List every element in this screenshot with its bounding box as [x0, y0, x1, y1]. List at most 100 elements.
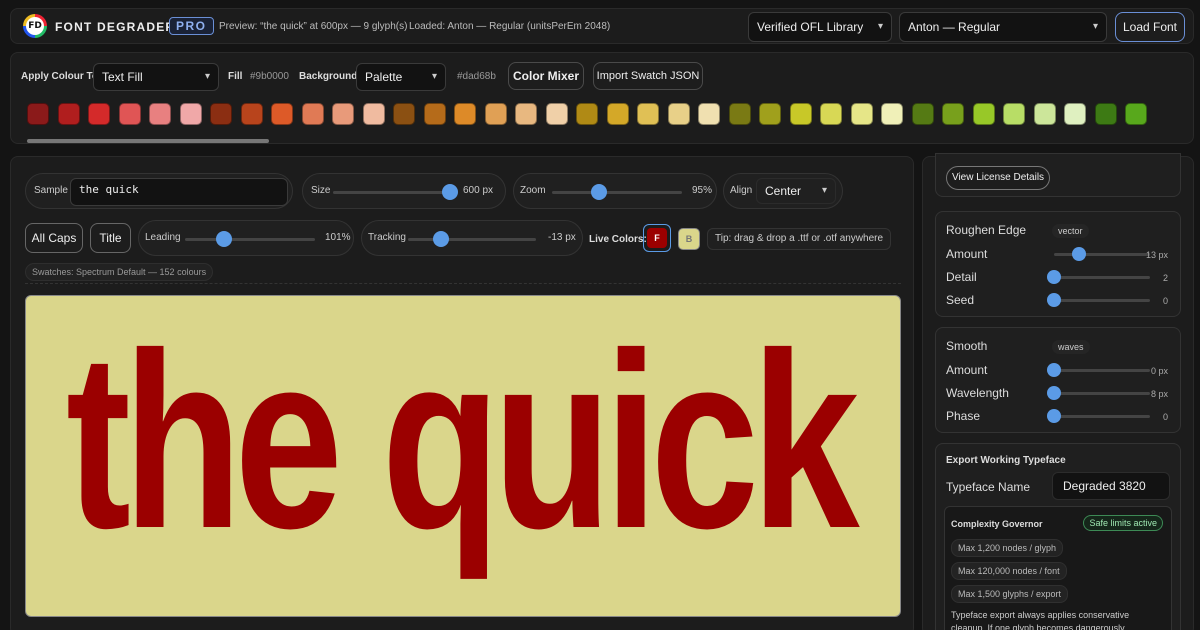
slider-track[interactable]	[1054, 299, 1150, 302]
colour-swatch[interactable]	[454, 103, 476, 125]
preview-text: the quick	[66, 301, 860, 580]
preview-canvas[interactable]: the quick	[25, 295, 901, 617]
roughen-mode: vector	[1052, 224, 1089, 238]
colour-swatch[interactable]	[149, 103, 171, 125]
slider-track[interactable]	[1054, 392, 1150, 395]
typeface-name-input[interactable]: Degraded 3820	[1052, 472, 1170, 500]
colour-swatch[interactable]	[972, 103, 995, 125]
colour-swatch[interactable]	[393, 103, 415, 125]
library-select-value: Verified OFL Library	[757, 20, 864, 34]
background-hex: #dad68b	[457, 71, 496, 82]
colour-swatch[interactable]	[179, 103, 202, 125]
colour-swatch[interactable]	[545, 103, 568, 125]
colour-swatch[interactable]	[698, 103, 720, 125]
typeface-name-label: Typeface Name	[946, 480, 1031, 494]
roughen-title: Roughen Edge	[946, 223, 1027, 237]
color-mixer-button[interactable]: Color Mixer	[508, 62, 584, 90]
colour-swatch[interactable]	[332, 103, 354, 125]
colour-swatch[interactable]	[1003, 103, 1025, 125]
preview-status: Preview: “the quick” at 600px — 9 glyph(…	[219, 21, 408, 32]
zoom-slider-handle[interactable]	[590, 184, 607, 200]
font-select[interactable]: Anton — Regular ▾	[899, 12, 1107, 42]
leading-slider-track[interactable]	[185, 238, 315, 241]
colour-swatch[interactable]	[1125, 103, 1147, 125]
tracking-slider-track[interactable]	[408, 238, 536, 241]
apply-colour-select[interactable]: Text Fill ▾	[93, 63, 219, 91]
live-background-swatch[interactable]: B	[678, 228, 700, 250]
zoom-slider-track[interactable]	[552, 191, 682, 194]
slider-handle[interactable]	[1071, 247, 1086, 261]
title-case-button[interactable]: Title	[90, 223, 131, 253]
slider-handle[interactable]	[1047, 270, 1061, 284]
colour-swatch[interactable]	[27, 103, 49, 125]
colour-swatch[interactable]	[881, 103, 903, 125]
slider-value: 0	[1162, 412, 1168, 422]
colour-swatch[interactable]	[759, 103, 781, 125]
colour-swatch[interactable]	[118, 103, 141, 125]
slider-track[interactable]	[1054, 276, 1150, 279]
all-caps-button[interactable]: All Caps	[25, 223, 83, 253]
background-select[interactable]: Palette ▾	[356, 63, 446, 91]
colour-swatch[interactable]	[637, 103, 659, 125]
colour-swatch[interactable]	[850, 103, 873, 125]
slider-handle[interactable]	[1047, 363, 1061, 377]
colour-swatch[interactable]	[911, 103, 934, 125]
apply-colour-label: Apply Colour To	[21, 71, 99, 82]
colour-swatch[interactable]	[57, 103, 80, 125]
align-select[interactable]: Center ▾	[756, 178, 836, 204]
drag-drop-tip: Tip: drag & drop a .ttf or .otf anywhere	[707, 228, 892, 250]
app-title: FONT DEGRADER	[55, 20, 176, 34]
slider-handle[interactable]	[1047, 386, 1061, 400]
leading-slider-handle[interactable]	[216, 231, 232, 247]
colour-swatch[interactable]	[576, 103, 598, 125]
slider-value: 8 px	[1150, 389, 1168, 399]
size-slider-track[interactable]	[333, 191, 455, 194]
slider-label: Amount	[946, 363, 988, 377]
slider-label: Amount	[946, 247, 988, 261]
tracking-slider-handle[interactable]	[433, 231, 450, 247]
export-card: Export Working Typeface Typeface Name De…	[935, 443, 1181, 630]
slider-label: Seed	[946, 293, 975, 307]
view-license-button[interactable]: View License Details	[946, 166, 1050, 190]
colour-swatch[interactable]	[88, 103, 110, 125]
colour-swatch[interactable]	[423, 103, 446, 125]
sample-input[interactable]: the quick	[70, 178, 288, 206]
leading-control: Leading 101%	[138, 220, 354, 256]
colour-swatch[interactable]	[789, 103, 812, 125]
colour-swatch[interactable]	[515, 103, 537, 125]
font-select-value: Anton — Regular	[908, 20, 1001, 34]
live-fill-swatch[interactable]: F	[647, 228, 667, 248]
colour-swatch[interactable]	[240, 103, 263, 125]
colour-swatch[interactable]	[942, 103, 964, 125]
colour-swatch[interactable]	[484, 103, 507, 125]
colour-swatch[interactable]	[820, 103, 842, 125]
governor-title: Complexity Governor	[951, 519, 1043, 529]
colour-swatch[interactable]	[606, 103, 629, 125]
colour-swatch[interactable]	[362, 103, 385, 125]
size-control: Size 600 px	[302, 173, 506, 209]
colour-swatch[interactable]	[210, 103, 232, 125]
leading-label: Leading	[145, 232, 181, 243]
colour-swatch[interactable]	[271, 103, 293, 125]
swatch-palette	[27, 103, 1187, 127]
colour-swatch[interactable]	[1033, 103, 1056, 125]
license-card: View License Details	[935, 153, 1181, 197]
slider-track[interactable]	[1054, 415, 1150, 418]
colour-swatch[interactable]	[728, 103, 751, 125]
live-fill-swatch-frame[interactable]: F	[643, 224, 671, 252]
slider-label: Detail	[946, 270, 977, 284]
palette-scrollbar[interactable]	[27, 139, 269, 143]
colour-swatch[interactable]	[1094, 103, 1117, 125]
size-slider-handle[interactable]	[442, 184, 459, 200]
colour-swatch[interactable]	[301, 103, 324, 125]
colour-swatch[interactable]	[1064, 103, 1086, 125]
load-font-button[interactable]: Load Font	[1115, 12, 1185, 42]
slider-handle[interactable]	[1047, 409, 1061, 423]
slider-handle[interactable]	[1047, 293, 1061, 307]
slider-track[interactable]	[1054, 253, 1150, 256]
colour-swatch[interactable]	[667, 103, 690, 125]
loaded-status: Loaded: Anton — Regular (unitsPerEm 2048…	[409, 21, 611, 32]
slider-track[interactable]	[1054, 369, 1150, 372]
import-swatch-button[interactable]: Import Swatch JSON	[593, 62, 703, 90]
library-select[interactable]: Verified OFL Library ▾	[748, 12, 892, 42]
